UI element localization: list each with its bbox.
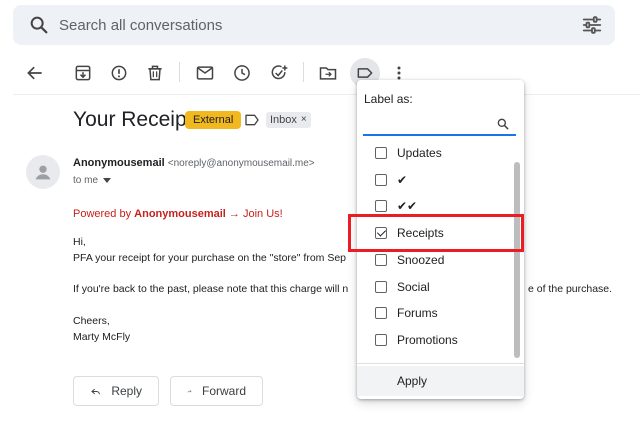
body-greeting: Hi, [73,236,86,248]
label-list-scrollbar[interactable] [514,162,520,358]
recipients-toggle[interactable]: to me [73,175,112,186]
sender-name: Anonymousemail [73,157,165,169]
body-line-2-start: If you're back to the past, please note … [73,283,349,295]
body-line-2-end: e of the purchase. [528,283,613,295]
label-chip-text: Inbox [270,114,297,126]
label-search-input[interactable] [363,116,488,134]
report-spam-button[interactable] [106,60,132,86]
label-option-check[interactable]: ✔ [357,167,517,193]
label-option-text: ✔ [397,173,408,187]
reply-label: Reply [111,384,142,398]
move-to-folder-icon [319,67,337,80]
label-chip-inbox: Inbox × [266,112,311,128]
recipient-text: to me [73,175,99,186]
label-option-text: ✔✔ [397,199,418,213]
checkbox[interactable] [375,174,387,186]
avatar [26,155,60,189]
label-option-social[interactable]: Social [357,274,517,300]
label-menu-title: Label as: [364,92,413,106]
highlight-box [348,214,524,252]
back-button[interactable] [22,60,48,86]
forward-label: Forward [201,384,246,398]
label-option-promotions[interactable]: Promotions [357,327,517,353]
external-badge: External [185,111,242,129]
label-option-updates[interactable]: Updates [357,140,517,166]
checkbox[interactable] [375,147,387,159]
checkbox[interactable] [375,334,387,346]
label-option-text: Promotions [397,333,458,347]
person-icon [35,165,51,180]
powered-prefix: Powered by [73,208,135,220]
reply-icon [91,388,100,395]
sender-email: <noreply@anonymousemail.me> [167,158,315,169]
join-link[interactable]: → Join Us! [226,208,283,220]
sender-line: Anonymousemail <noreply@anonymousemail.m… [73,157,315,169]
trash-icon [148,65,162,81]
toolbar-divider [179,62,180,82]
apply-button[interactable]: Apply [357,366,524,396]
arrow-back-icon [27,66,42,80]
delete-button[interactable] [142,60,168,86]
search-bar [13,5,615,45]
checkbox[interactable] [375,307,387,319]
toolbar-divider [303,62,304,82]
body-closing: Cheers, [73,315,110,327]
reply-button[interactable]: Reply [73,376,159,406]
powered-by-line: Powered by Anonymousemail → Join Us! [73,208,283,220]
checkbox[interactable] [375,281,387,293]
forward-button[interactable]: Forward [170,376,263,406]
mark-unread-button[interactable] [192,60,218,86]
toolbar-divider-line [13,94,640,95]
add-to-tasks-button[interactable] [266,60,292,86]
menu-divider [357,363,524,364]
caret-down-icon [103,177,112,183]
add-task-icon [271,65,288,80]
search-input[interactable] [59,13,539,37]
powered-brand-link[interactable]: Anonymousemail [134,208,226,220]
body-signature: Marty McFly [73,331,131,343]
label-important-icon[interactable] [244,113,260,127]
forward-icon [187,390,192,393]
label-option-text: Social [397,280,430,294]
label-option-text: Forums [397,306,438,320]
label-option-forums[interactable]: Forums [357,300,517,326]
snooze-button[interactable] [229,60,255,86]
mail-icon [196,66,214,80]
label-option-text: Snoozed [397,253,445,267]
body-line-1: PFA your receipt for your purchase on th… [73,252,347,264]
tune-filter-icon[interactable] [581,14,603,36]
archive-icon [75,65,91,81]
report-icon [111,65,127,81]
label-option-text: Updates [397,146,442,160]
checkbox[interactable] [375,254,387,266]
search-icon[interactable] [28,14,50,36]
move-to-button[interactable] [315,60,341,86]
email-subject: Your Receipt [73,108,193,131]
clock-icon [234,65,250,81]
checkbox[interactable] [375,200,387,212]
remove-label-icon[interactable]: × [301,112,307,128]
label-search-field [363,114,516,136]
apply-label: Apply [397,374,428,388]
archive-button[interactable] [70,60,96,86]
search-icon [497,118,509,130]
